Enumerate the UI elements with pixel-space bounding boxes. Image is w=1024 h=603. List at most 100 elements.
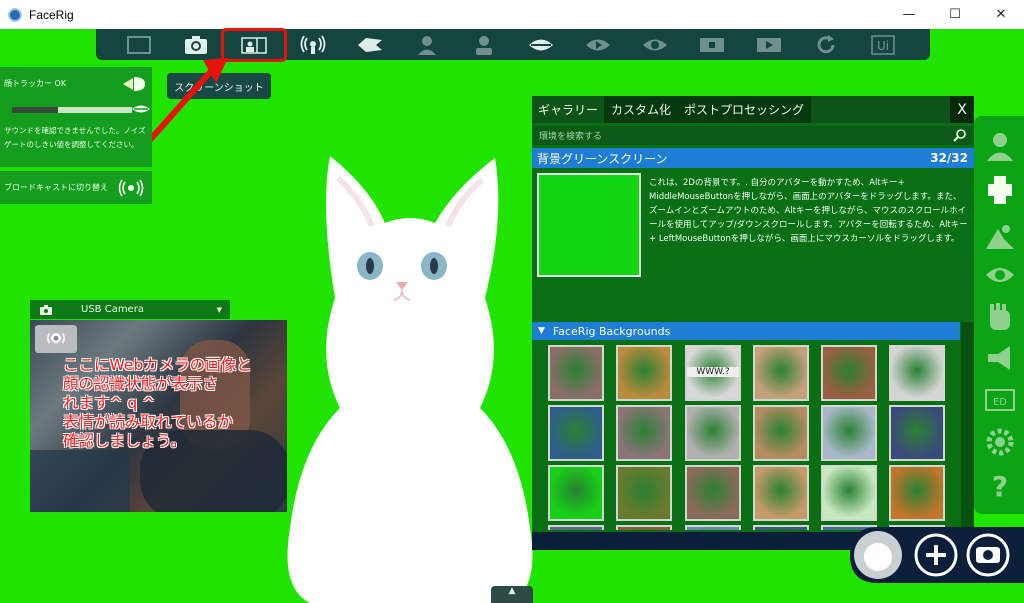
gallery-scrollbar[interactable] [961, 322, 974, 532]
background-thumbnail[interactable] [616, 525, 672, 530]
bottom-drawer-handle[interactable]: ▲ [491, 586, 533, 603]
background-thumbnail[interactable] [821, 465, 877, 521]
fullscreen-button[interactable] [110, 31, 167, 59]
background-description: これは、2Dの背景です。. 自分のアバターを動かすため、Altキー+ Middl… [649, 178, 968, 244]
broadcast-button[interactable] [284, 31, 341, 59]
background-thumbnail[interactable] [616, 405, 672, 461]
broadcast-label: ブロードキャストに切り替え [4, 183, 108, 192]
eye-settings-icon[interactable] [984, 259, 1016, 291]
ui-toggle-button[interactable]: Ui [854, 31, 911, 59]
avatar-alt-button[interactable] [455, 31, 512, 59]
accessory-icon[interactable] [984, 221, 1016, 253]
background-thumbnail[interactable] [548, 525, 604, 530]
refresh-button[interactable] [797, 31, 854, 59]
background-thumbnail[interactable] [753, 345, 809, 401]
record-eye-button[interactable] [626, 31, 683, 59]
body-icon[interactable] [984, 174, 1016, 206]
gallery-panel: ギャラリー カスタム化 ポストプロセッシング X 環境を検索する 背景グリーンス… [532, 96, 974, 550]
category-header[interactable]: ▼ FaceRig Backgrounds [532, 322, 960, 340]
bottom-action-bar [850, 527, 1024, 583]
webcam-icon [47, 332, 65, 344]
tracker-status: 顔トラッカー OK [4, 79, 67, 88]
facerig-logo-icon [8, 7, 22, 22]
film-button[interactable] [683, 31, 740, 59]
eye-mask-button[interactable] [341, 31, 398, 59]
lips-icon [132, 105, 150, 113]
collapse-icon: ▼ [538, 326, 545, 336]
film-play-button[interactable] [740, 31, 797, 59]
tracker-message: サウンドを確認できませんでした。ノイズゲートのしきい値を調整してください。 [4, 126, 146, 149]
background-thumbnail[interactable] [548, 405, 604, 461]
play-eye-icon [585, 39, 610, 50]
avatar-button[interactable] [398, 31, 455, 59]
camera-icon [40, 304, 52, 315]
screenshot-button[interactable] [221, 27, 287, 62]
avatar-icon[interactable] [984, 130, 1016, 162]
background-thumbnail[interactable] [889, 405, 945, 461]
tab-post-processing[interactable]: ポストプロセッシング [678, 96, 812, 123]
webcam-preview: ここにWebカメラの画像と 顔の認識状態が表示さ れます^ q ^ 表情が読み取… [30, 320, 287, 512]
tab-customize[interactable]: カスタム化 [605, 96, 679, 123]
thumbnail-label: WWW.? [687, 367, 739, 377]
background-thumbnail[interactable] [685, 465, 741, 521]
background-thumbnail[interactable] [616, 465, 672, 521]
gear-icon[interactable] [984, 426, 1016, 458]
ui-toggle-icon: Ui [870, 34, 895, 55]
lips-button[interactable] [512, 31, 569, 59]
gallery-tabs: ギャラリー カスタム化 ポストプロセッシング X [532, 96, 974, 123]
record-eye-icon [642, 39, 667, 50]
background-thumbnail[interactable] [616, 345, 672, 401]
search-placeholder: 環境を検索する [539, 132, 603, 142]
camera-label: USB Camera [81, 304, 144, 315]
tab-gallery[interactable]: ギャラリー [532, 96, 606, 123]
background-thumbnail[interactable] [685, 525, 741, 530]
film-play-icon [756, 37, 781, 52]
chevron-down-icon: ▼ [216, 305, 222, 314]
screenshot-tooltip: スクリーンショット [167, 73, 271, 99]
camera-select[interactable]: USB Camera ▼ [30, 300, 230, 319]
webcam-annotation: ここにWebカメラの画像と 顔の認識状態が表示さ れます^ q ^ 表情が読み取… [63, 356, 252, 450]
ed-icon[interactable]: ED [984, 384, 1016, 416]
maximize-button[interactable]: ☐ [932, 0, 978, 29]
camera-button[interactable] [167, 31, 224, 59]
noise-gate-slider[interactable] [12, 107, 132, 113]
title-bar: FaceRig — ☐ ✕ [0, 0, 1024, 29]
selected-background-bar: 背景グリーンスクリーン 32/32 [532, 148, 974, 168]
selected-background-name: 背景グリーンスクリーン [537, 151, 668, 166]
camera-icon [184, 35, 207, 54]
background-thumbnail[interactable] [685, 405, 741, 461]
background-thumbnail[interactable] [548, 345, 604, 401]
minimize-button[interactable]: — [886, 0, 932, 29]
megaphone-icon[interactable] [984, 342, 1016, 374]
tracker-panel: 顔トラッカー OK サウンドを確認できませんでした。ノイズゲートのしきい値を調整… [0, 67, 152, 167]
background-thumbnail[interactable] [753, 405, 809, 461]
lips-icon [528, 39, 553, 50]
right-sidebar: ED ? [974, 116, 1024, 514]
svg-text:?: ? [992, 470, 1008, 500]
webcam-toggle-button[interactable] [35, 325, 77, 353]
background-thumbnail[interactable] [889, 345, 945, 401]
broadcast-panel[interactable]: ブロードキャストに切り替え [0, 171, 152, 204]
background-count: 32/32 [930, 151, 968, 165]
window-controls: — ☐ ✕ [886, 0, 1024, 29]
search-icon[interactable] [953, 129, 966, 142]
hand-icon[interactable] [984, 302, 1016, 334]
gallery-close-button[interactable]: X [950, 96, 974, 123]
gallery-search-input[interactable]: 環境を検索する [532, 126, 974, 145]
play-eye-button[interactable] [569, 31, 626, 59]
background-thumbnail[interactable] [753, 465, 809, 521]
avatar-icon [417, 35, 436, 55]
background-thumbnail[interactable] [753, 525, 809, 530]
help-icon[interactable]: ? [984, 468, 1016, 500]
background-thumbnail[interactable] [821, 405, 877, 461]
background-thumbnail[interactable] [548, 465, 604, 521]
avatar-alt-icon [475, 35, 492, 55]
background-thumbnail[interactable]: WWW.? [685, 345, 741, 401]
window-title: FaceRig [29, 7, 74, 22]
broadcast-icon [118, 179, 144, 197]
background-detail: これは、2Dの背景です。. 自分のアバターを動かすため、Altキー+ Middl… [532, 168, 974, 318]
svg-text:ED: ED [993, 397, 1007, 408]
background-thumbnail[interactable] [821, 345, 877, 401]
background-thumbnail[interactable] [889, 465, 945, 521]
close-button[interactable]: ✕ [978, 0, 1024, 29]
